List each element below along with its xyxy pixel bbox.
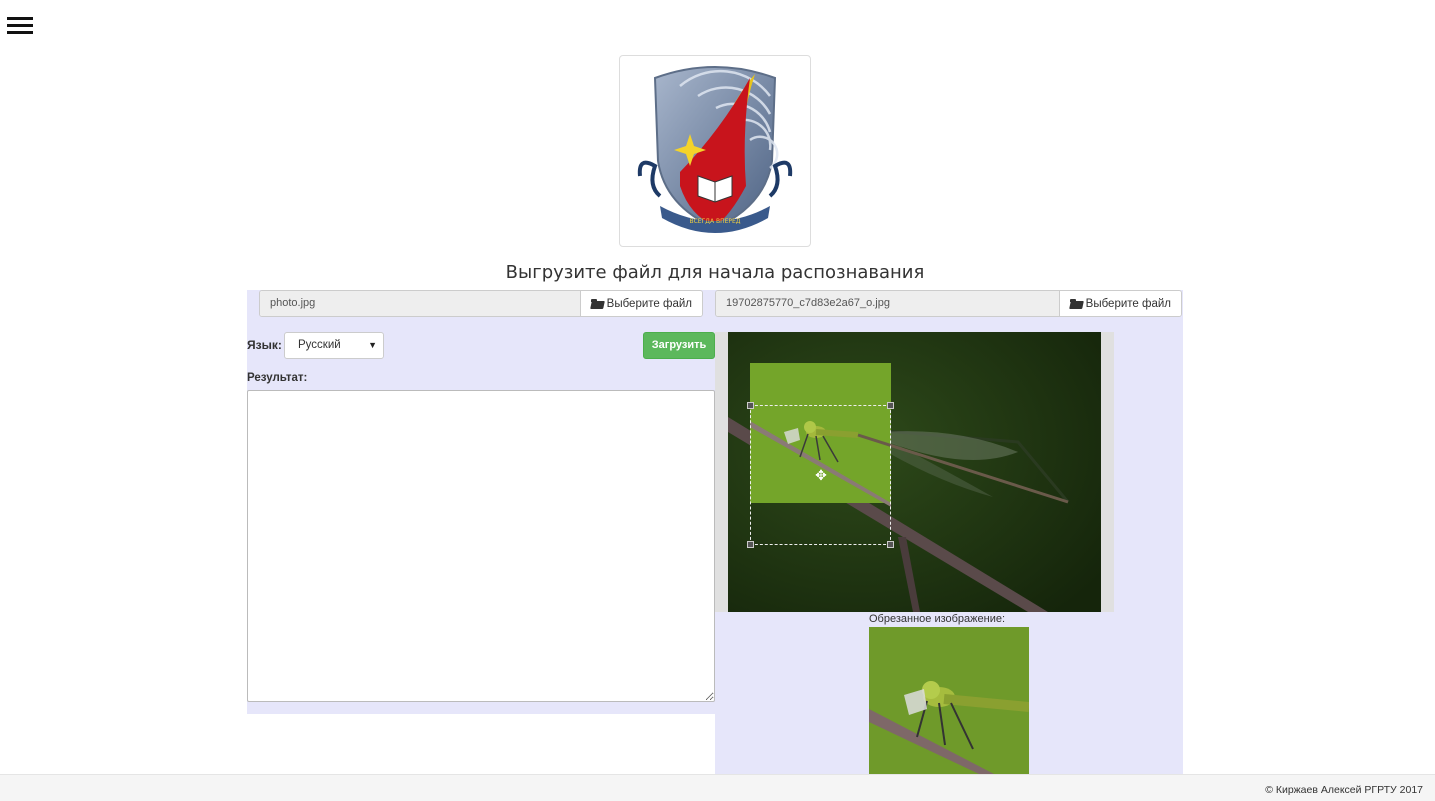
crop-handle-nw[interactable]: [747, 402, 754, 409]
crop-area[interactable]: ✥: [715, 332, 1114, 612]
footer: © Киржаев Алексей РГРТУ 2017: [0, 774, 1435, 801]
choose-image-button[interactable]: Выберите файл: [1058, 291, 1181, 316]
caret-down-icon: ▼: [368, 340, 377, 350]
shield-logo: ВСЕГДА ВПЕРЕД: [637, 66, 793, 233]
crop-handle-sw[interactable]: [747, 541, 754, 548]
cropped-image-label: Обрезанное изображение:: [869, 613, 1006, 625]
result-textarea[interactable]: [247, 390, 715, 702]
crop-handle-ne[interactable]: [887, 402, 894, 409]
move-icon: ✥: [815, 467, 827, 483]
choose-file-button[interactable]: Выберите файл: [579, 291, 702, 316]
recognition-panel: photo.jpg Выберите файл Язык: Русский ▼ …: [247, 290, 715, 714]
copyright-text: © Киржаев Алексей РГРТУ 2017: [1265, 784, 1423, 796]
language-select[interactable]: Русский ▼: [284, 332, 384, 359]
cropped-image-preview: [869, 627, 1029, 774]
language-value: Русский: [298, 339, 341, 351]
page-title: Выгрузите файл для начала распознавания: [505, 262, 925, 283]
image-file-name-field[interactable]: 19702875770_c7d83e2a67_o.jpg: [716, 291, 1059, 316]
page: ВСЕГДА ВПЕРЕД Выгрузите файл для начала …: [0, 0, 1435, 801]
folder-open-icon: [1069, 298, 1083, 309]
crop-selection[interactable]: ✥: [747, 402, 894, 548]
upload-button[interactable]: Загрузить: [643, 332, 715, 359]
result-label: Результат:: [247, 372, 308, 384]
image-crop-panel: 19702875770_c7d83e2a67_o.jpg Выберите фа…: [715, 290, 1183, 774]
hamburger-menu-icon[interactable]: [7, 17, 33, 39]
crop-handle-se[interactable]: [887, 541, 894, 548]
choose-image-label: Выберите файл: [1085, 297, 1171, 310]
language-label: Язык:: [247, 338, 282, 352]
file-name-field[interactable]: photo.jpg: [260, 291, 580, 316]
university-logo: ВСЕГДА ВПЕРЕД: [619, 55, 811, 247]
file-picker-left[interactable]: photo.jpg Выберите файл: [259, 290, 703, 317]
logo-motto: ВСЕГДА ВПЕРЕД: [690, 218, 741, 225]
choose-file-label: Выберите файл: [606, 297, 692, 310]
folder-open-icon: [590, 298, 604, 309]
file-picker-right[interactable]: 19702875770_c7d83e2a67_o.jpg Выберите фа…: [715, 290, 1182, 317]
